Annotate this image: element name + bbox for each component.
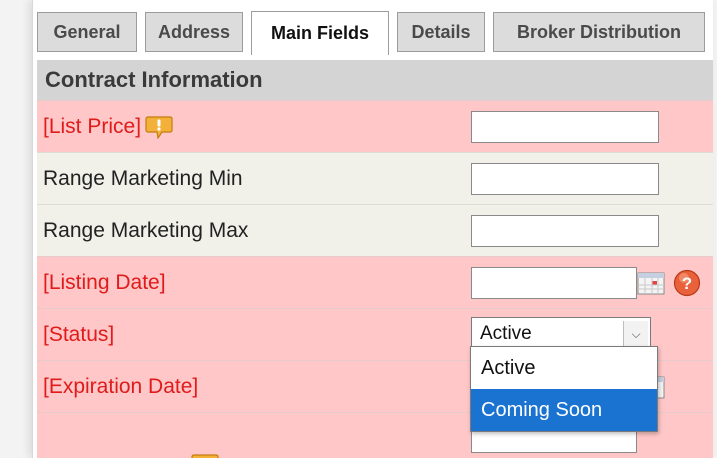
- status-selected-value: Active: [480, 323, 532, 344]
- chevron-down-icon[interactable]: ⌵: [623, 321, 648, 347]
- listing-date-input[interactable]: [471, 267, 637, 299]
- status-dropdown-list: Active Coming Soon: [470, 346, 658, 432]
- status-option-active[interactable]: Active: [471, 347, 657, 389]
- tab-details[interactable]: Details: [397, 12, 485, 52]
- tab-general[interactable]: General: [37, 12, 137, 52]
- row-listing-date: [Listing Date] ?: [37, 256, 713, 308]
- tab-address[interactable]: Address: [145, 12, 243, 52]
- info-exclamation-icon[interactable]: [191, 453, 219, 458]
- row-range-marketing-min: Range Marketing Min: [37, 152, 713, 204]
- info-exclamation-icon[interactable]: [145, 115, 173, 139]
- list-price-input[interactable]: [471, 111, 659, 143]
- range-min-input[interactable]: [471, 163, 659, 195]
- row-list-price: [List Price]: [37, 100, 713, 152]
- listing-date-label: [Listing Date]: [43, 271, 166, 294]
- range-max-input[interactable]: [471, 215, 659, 247]
- tab-main-fields[interactable]: Main Fields: [251, 11, 389, 55]
- tab-broker-distribution[interactable]: Broker Distribution: [493, 12, 705, 52]
- range-min-label: Range Marketing Min: [43, 167, 243, 190]
- list-price-label-text: [List Price]: [43, 115, 142, 138]
- svg-text:?: ?: [682, 274, 692, 293]
- calendar-icon[interactable]: [637, 271, 665, 295]
- status-label: [Status]: [43, 323, 115, 346]
- expiration-date-label: [Expiration Date]: [43, 375, 199, 398]
- row-range-marketing-max: Range Marketing Max: [37, 204, 713, 256]
- status-option-coming-soon[interactable]: Coming Soon: [471, 389, 657, 431]
- list-price-label: [List Price]: [43, 101, 173, 153]
- range-max-label: Range Marketing Max: [43, 219, 249, 242]
- section-header: Contract Information: [37, 60, 713, 100]
- help-question-icon[interactable]: ?: [673, 269, 701, 297]
- section-title: Contract Information: [45, 67, 263, 92]
- tab-bar: General Address Main Fields Details Brok…: [33, 0, 713, 60]
